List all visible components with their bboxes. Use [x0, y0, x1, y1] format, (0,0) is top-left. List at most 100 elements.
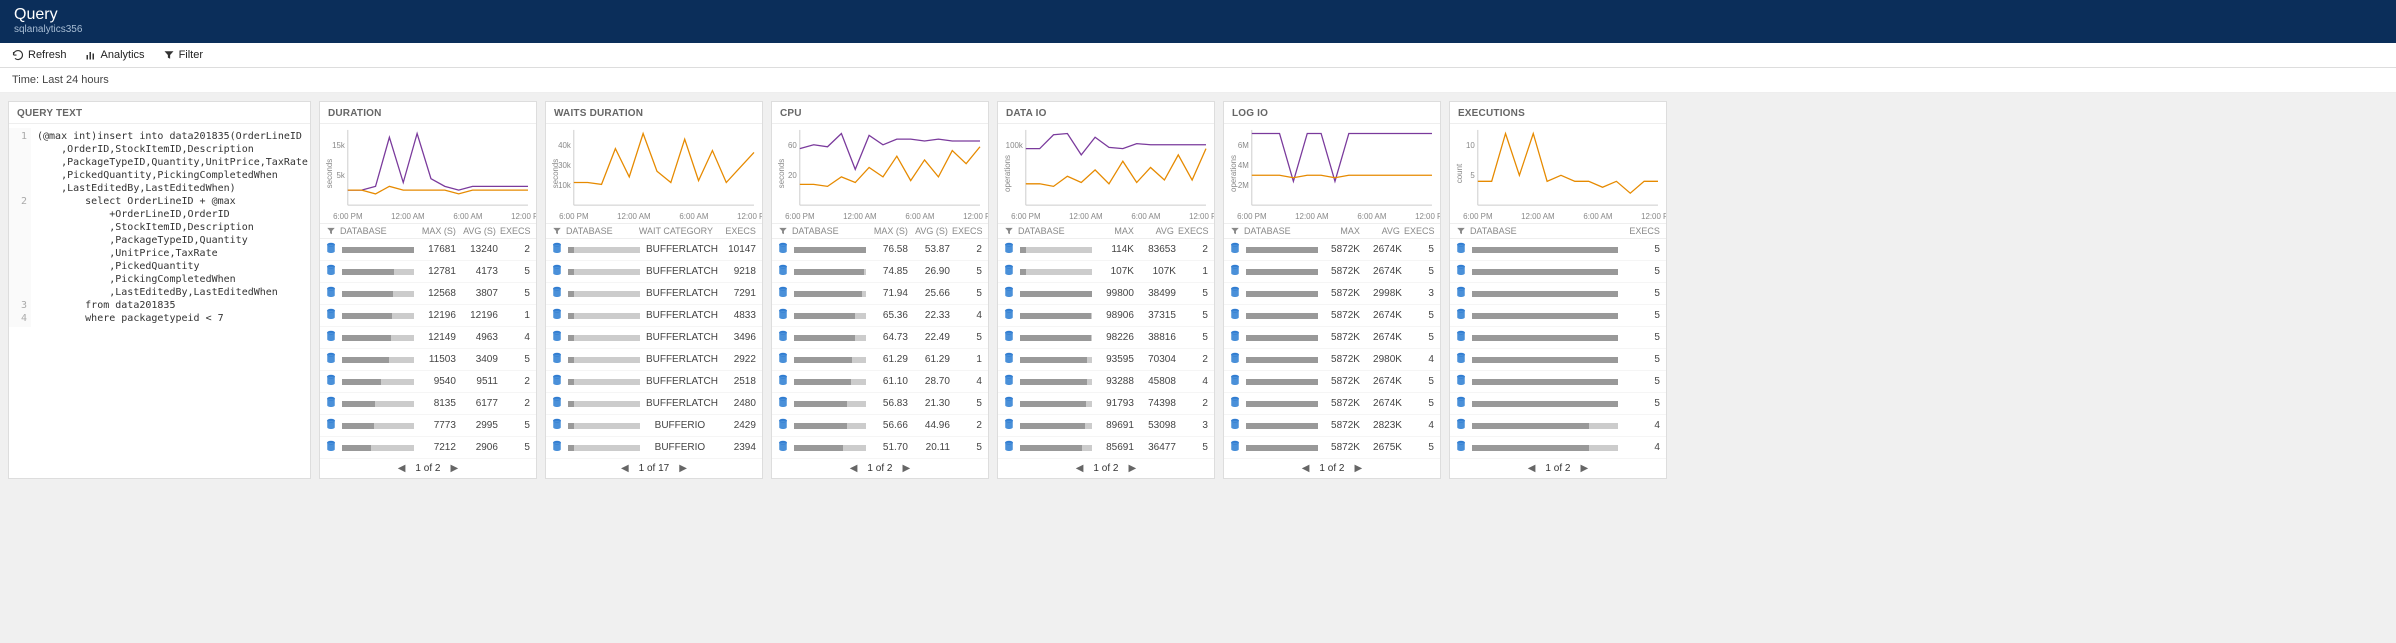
- chart-logio[interactable]: operations 2M4M6M6:00 PM12:00 AM6:00 AM1…: [1224, 124, 1440, 224]
- pager-next[interactable]: ▶: [450, 463, 458, 474]
- pager-prev[interactable]: ◀: [1528, 463, 1536, 474]
- table-row[interactable]: BUFFERLATCH7291: [546, 283, 762, 305]
- table-row[interactable]: 5872K2674K5: [1224, 305, 1440, 327]
- table-row[interactable]: 89691530983: [998, 415, 1214, 437]
- table-row[interactable]: 5872K2674K5: [1224, 327, 1440, 349]
- chart-duration[interactable]: seconds 5k15k6:00 PM12:00 AM6:00 AM12:00…: [320, 124, 536, 224]
- table-row[interactable]: BUFFERLATCH2480: [546, 393, 762, 415]
- table-row[interactable]: 61.1028.704: [772, 371, 988, 393]
- table-row[interactable]: 5: [1450, 283, 1666, 305]
- table-row[interactable]: 5872K2980K4: [1224, 349, 1440, 371]
- chart-execs[interactable]: count 5106:00 PM12:00 AM6:00 AM12:00 PM: [1450, 124, 1666, 224]
- table-row[interactable]: 93288458084: [998, 371, 1214, 393]
- table-row[interactable]: 61.2961.291: [772, 349, 988, 371]
- table-row[interactable]: 71.9425.665: [772, 283, 988, 305]
- table-row[interactable]: BUFFERLATCH2922: [546, 349, 762, 371]
- database-icon: [552, 286, 562, 301]
- chart-dataio[interactable]: operations 100k6:00 PM12:00 AM6:00 AM12:…: [998, 124, 1214, 224]
- table-row[interactable]: 93595703042: [998, 349, 1214, 371]
- table-row[interactable]: BUFFERLATCH2518: [546, 371, 762, 393]
- table-row[interactable]: 98226388165: [998, 327, 1214, 349]
- table-row[interactable]: 5: [1450, 305, 1666, 327]
- table-row[interactable]: 56.8321.305: [772, 393, 988, 415]
- table-row[interactable]: 5872K2675K5: [1224, 437, 1440, 459]
- pager-prev[interactable]: ◀: [621, 463, 629, 474]
- sql-editor[interactable]: 1 2 34 (@max int)insert into data201835(…: [9, 124, 310, 331]
- table-row[interactable]: 5872K2998K3: [1224, 283, 1440, 305]
- svg-text:30k: 30k: [558, 161, 571, 170]
- svg-text:12:00 PM: 12:00 PM: [511, 212, 536, 221]
- table-row[interactable]: BUFFERLATCH10147: [546, 239, 762, 261]
- database-icon: [778, 418, 788, 433]
- svg-text:100k: 100k: [1006, 141, 1023, 150]
- table-row[interactable]: 5: [1450, 327, 1666, 349]
- table-row[interactable]: 51.7020.115: [772, 437, 988, 459]
- table-row[interactable]: 5: [1450, 239, 1666, 261]
- table-row[interactable]: 91793743982: [998, 393, 1214, 415]
- refresh-icon: [12, 49, 24, 61]
- table-row[interactable]: 56.6644.962: [772, 415, 988, 437]
- table-row[interactable]: 5872K2674K5: [1224, 393, 1440, 415]
- pager-next[interactable]: ▶: [1354, 463, 1362, 474]
- panel-title: LOG IO: [1224, 102, 1440, 124]
- pager-prev[interactable]: ◀: [850, 463, 858, 474]
- table-row[interactable]: 5872K2823K4: [1224, 415, 1440, 437]
- table-row[interactable]: 4: [1450, 437, 1666, 459]
- database-icon: [1456, 396, 1466, 411]
- sql-text: (@max int)insert into data201835(OrderLi…: [31, 128, 310, 327]
- table-row[interactable]: 5872K2674K5: [1224, 239, 1440, 261]
- table-row[interactable]: 5872K2674K5: [1224, 371, 1440, 393]
- table-row[interactable]: 1256838075: [320, 283, 536, 305]
- panel-title: WAITS DURATION: [546, 102, 762, 124]
- pager-text: 1 of 2: [867, 463, 892, 474]
- analytics-button[interactable]: Analytics: [85, 49, 145, 61]
- pager-next[interactable]: ▶: [1128, 463, 1136, 474]
- chart-cpu[interactable]: seconds 20606:00 PM12:00 AM6:00 AM12:00 …: [772, 124, 988, 224]
- table-row[interactable]: 5: [1450, 261, 1666, 283]
- filter-button[interactable]: Filter: [163, 49, 203, 61]
- table-row[interactable]: 98906373155: [998, 305, 1214, 327]
- table-row[interactable]: 1278141735: [320, 261, 536, 283]
- database-icon: [778, 374, 788, 389]
- table-row[interactable]: 813561772: [320, 393, 536, 415]
- table-row[interactable]: 65.3622.334: [772, 305, 988, 327]
- table-row[interactable]: 12196121961: [320, 305, 536, 327]
- table-row[interactable]: BUFFERLATCH9218: [546, 261, 762, 283]
- table-row[interactable]: 99800384995: [998, 283, 1214, 305]
- chart-waits[interactable]: seconds 10k30k40k6:00 PM12:00 AM6:00 AM1…: [546, 124, 762, 224]
- table-row[interactable]: 74.8526.905: [772, 261, 988, 283]
- table-row[interactable]: 76.5853.872: [772, 239, 988, 261]
- table-row[interactable]: 107K107K1: [998, 261, 1214, 283]
- svg-text:12:00 AM: 12:00 AM: [843, 212, 876, 221]
- pager-next[interactable]: ▶: [1580, 463, 1588, 474]
- table-row[interactable]: 5: [1450, 393, 1666, 415]
- table-row[interactable]: BUFFERIO2394: [546, 437, 762, 459]
- table-row[interactable]: 64.7322.495: [772, 327, 988, 349]
- pager-next[interactable]: ▶: [679, 463, 687, 474]
- table-row[interactable]: 5: [1450, 349, 1666, 371]
- table-row[interactable]: 5: [1450, 371, 1666, 393]
- refresh-button[interactable]: Refresh: [12, 49, 67, 61]
- table-row[interactable]: 17681132402: [320, 239, 536, 261]
- svg-text:2M: 2M: [1238, 181, 1249, 190]
- table-row[interactable]: 114K836532: [998, 239, 1214, 261]
- table-row[interactable]: 721229065: [320, 437, 536, 459]
- table-row[interactable]: 85691364775: [998, 437, 1214, 459]
- toolbar: Refresh Analytics Filter: [0, 43, 2396, 68]
- table-row[interactable]: 1150334095: [320, 349, 536, 371]
- table-row[interactable]: BUFFERLATCH4833: [546, 305, 762, 327]
- pager-prev[interactable]: ◀: [1302, 463, 1310, 474]
- table-row[interactable]: 4: [1450, 415, 1666, 437]
- database-icon: [1230, 242, 1240, 257]
- svg-text:seconds: seconds: [777, 159, 786, 188]
- table-row[interactable]: 5872K2674K5: [1224, 261, 1440, 283]
- pager-next[interactable]: ▶: [902, 463, 910, 474]
- table-row[interactable]: BUFFERLATCH3496: [546, 327, 762, 349]
- pager-prev[interactable]: ◀: [1076, 463, 1084, 474]
- database-icon: [778, 396, 788, 411]
- table-row[interactable]: 954095112: [320, 371, 536, 393]
- table-row[interactable]: BUFFERIO2429: [546, 415, 762, 437]
- table-row[interactable]: 1214949634: [320, 327, 536, 349]
- table-row[interactable]: 777329955: [320, 415, 536, 437]
- pager-prev[interactable]: ◀: [398, 463, 406, 474]
